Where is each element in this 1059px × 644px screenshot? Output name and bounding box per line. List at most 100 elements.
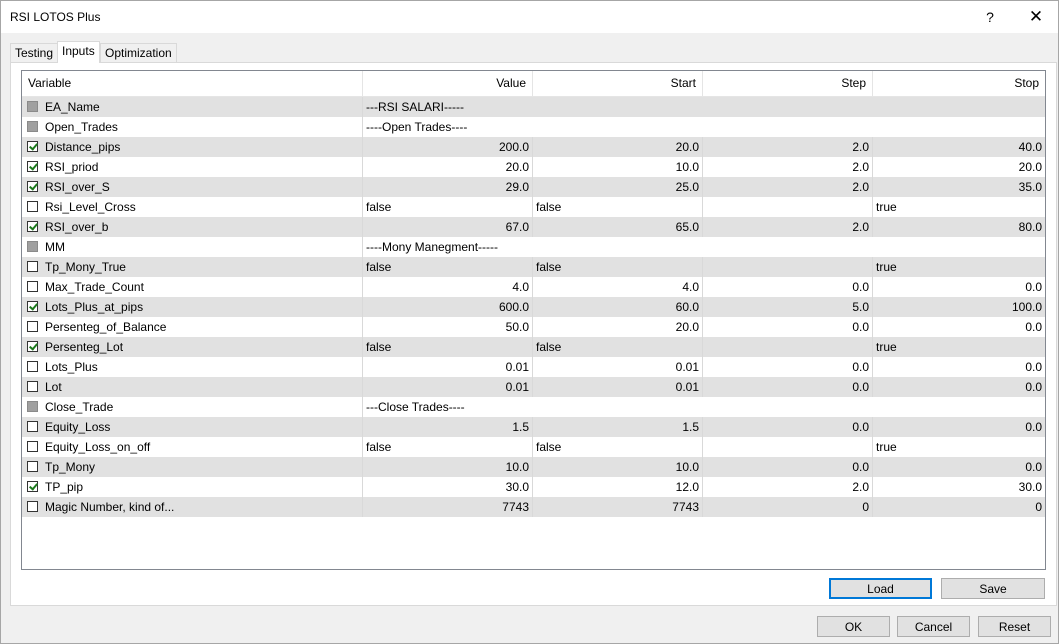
cell-value[interactable]: 1.5 bbox=[363, 417, 533, 437]
table-row[interactable]: EA_Name ---RSI SALARI----- bbox=[22, 97, 1045, 117]
cell-step[interactable]: 2.0 bbox=[703, 177, 873, 197]
cell-stop[interactable]: 0.0 bbox=[873, 377, 1045, 397]
cell-start[interactable]: 25.0 bbox=[533, 177, 703, 197]
cell-stop[interactable]: 100.0 bbox=[873, 297, 1045, 317]
cell-start[interactable]: 60.0 bbox=[533, 297, 703, 317]
cell-step[interactable] bbox=[703, 197, 873, 217]
table-row[interactable]: Tp_Mony_True false false true bbox=[22, 257, 1045, 277]
cell-stop[interactable]: 40.0 bbox=[873, 137, 1045, 157]
cell-start[interactable]: false bbox=[533, 257, 703, 277]
cell-value[interactable]: false bbox=[363, 257, 533, 277]
cell-value[interactable]: 0.01 bbox=[363, 377, 533, 397]
optimize-checkbox[interactable] bbox=[27, 141, 38, 152]
cell-start[interactable]: false bbox=[533, 437, 703, 457]
cell-stop[interactable]: 80.0 bbox=[873, 217, 1045, 237]
optimize-checkbox[interactable] bbox=[27, 161, 38, 172]
cell-step[interactable]: 2.0 bbox=[703, 157, 873, 177]
table-row[interactable]: RSI_over_b 67.0 65.0 2.0 80.0 bbox=[22, 217, 1045, 237]
cell-value[interactable]: 67.0 bbox=[363, 217, 533, 237]
save-button[interactable]: Save bbox=[941, 578, 1045, 599]
table-row[interactable]: Equity_Loss 1.5 1.5 0.0 0.0 bbox=[22, 417, 1045, 437]
table-row[interactable]: Distance_pips 200.0 20.0 2.0 40.0 bbox=[22, 137, 1045, 157]
cell-value[interactable]: 30.0 bbox=[363, 477, 533, 497]
cell-value[interactable]: 200.0 bbox=[363, 137, 533, 157]
optimize-checkbox[interactable] bbox=[27, 421, 38, 432]
table-row[interactable]: Persenteg_Lot false false true bbox=[22, 337, 1045, 357]
cell-step[interactable]: 0.0 bbox=[703, 317, 873, 337]
column-header-step[interactable]: Step bbox=[703, 71, 873, 96]
optimize-checkbox[interactable] bbox=[27, 501, 38, 512]
cell-step[interactable]: 0.0 bbox=[703, 417, 873, 437]
cell-value[interactable]: ---RSI SALARI----- bbox=[363, 97, 1045, 117]
optimize-checkbox[interactable] bbox=[27, 341, 38, 352]
cell-step[interactable] bbox=[703, 257, 873, 277]
cell-value[interactable]: ---Close Trades---- bbox=[363, 397, 1045, 417]
cell-stop[interactable]: 30.0 bbox=[873, 477, 1045, 497]
help-button[interactable]: ? bbox=[967, 1, 1013, 33]
table-row[interactable]: MM ----Mony Manegment----- bbox=[22, 237, 1045, 257]
cell-stop[interactable]: true bbox=[873, 257, 1045, 277]
cell-value[interactable]: 7743 bbox=[363, 497, 533, 517]
cell-start[interactable]: 0.01 bbox=[533, 377, 703, 397]
table-row[interactable]: Lots_Plus_at_pips 600.0 60.0 5.0 100.0 bbox=[22, 297, 1045, 317]
column-header-stop[interactable]: Stop bbox=[873, 71, 1045, 96]
cell-start[interactable]: 12.0 bbox=[533, 477, 703, 497]
optimize-checkbox[interactable] bbox=[27, 201, 38, 212]
reset-button[interactable]: Reset bbox=[978, 616, 1051, 637]
cell-step[interactable] bbox=[703, 437, 873, 457]
cell-stop[interactable]: 0.0 bbox=[873, 277, 1045, 297]
cell-value[interactable]: false bbox=[363, 337, 533, 357]
optimize-checkbox[interactable] bbox=[27, 461, 38, 472]
cell-stop[interactable]: 35.0 bbox=[873, 177, 1045, 197]
optimize-checkbox[interactable] bbox=[27, 381, 38, 392]
cell-value[interactable]: ----Mony Manegment----- bbox=[363, 237, 1045, 257]
cell-step[interactable]: 0.0 bbox=[703, 277, 873, 297]
cell-value[interactable]: false bbox=[363, 197, 533, 217]
cell-step[interactable]: 2.0 bbox=[703, 217, 873, 237]
table-row[interactable]: RSI_over_S 29.0 25.0 2.0 35.0 bbox=[22, 177, 1045, 197]
column-header-variable[interactable]: Variable bbox=[22, 71, 363, 96]
cell-start[interactable]: 1.5 bbox=[533, 417, 703, 437]
cell-step[interactable]: 0.0 bbox=[703, 377, 873, 397]
cell-stop[interactable]: 0.0 bbox=[873, 317, 1045, 337]
cell-value[interactable]: ----Open Trades---- bbox=[363, 117, 1045, 137]
cell-start[interactable]: 0.01 bbox=[533, 357, 703, 377]
tab-optimization[interactable]: Optimization bbox=[100, 43, 177, 62]
cell-value[interactable]: false bbox=[363, 437, 533, 457]
cell-start[interactable]: false bbox=[533, 337, 703, 357]
ok-button[interactable]: OK bbox=[817, 616, 890, 637]
cell-value[interactable]: 4.0 bbox=[363, 277, 533, 297]
cell-start[interactable]: 10.0 bbox=[533, 457, 703, 477]
cell-step[interactable]: 2.0 bbox=[703, 137, 873, 157]
cell-stop[interactable]: true bbox=[873, 437, 1045, 457]
cell-step[interactable]: 0.0 bbox=[703, 357, 873, 377]
cell-start[interactable]: 65.0 bbox=[533, 217, 703, 237]
cell-value[interactable]: 0.01 bbox=[363, 357, 533, 377]
column-header-value[interactable]: Value bbox=[363, 71, 533, 96]
close-icon[interactable]: ✕ bbox=[1013, 1, 1059, 33]
table-row[interactable]: Lots_Plus 0.01 0.01 0.0 0.0 bbox=[22, 357, 1045, 377]
cell-value[interactable]: 29.0 bbox=[363, 177, 533, 197]
load-button[interactable]: Load bbox=[829, 578, 932, 599]
column-header-start[interactable]: Start bbox=[533, 71, 703, 96]
table-row[interactable]: Rsi_Level_Cross false false true bbox=[22, 197, 1045, 217]
optimize-checkbox[interactable] bbox=[27, 221, 38, 232]
cell-stop[interactable]: true bbox=[873, 337, 1045, 357]
cell-start[interactable]: 10.0 bbox=[533, 157, 703, 177]
cell-value[interactable]: 10.0 bbox=[363, 457, 533, 477]
cell-step[interactable]: 0 bbox=[703, 497, 873, 517]
optimize-checkbox[interactable] bbox=[27, 261, 38, 272]
table-row[interactable]: TP_pip 30.0 12.0 2.0 30.0 bbox=[22, 477, 1045, 497]
table-row[interactable]: Magic Number, kind of... 7743 7743 0 0 bbox=[22, 497, 1045, 517]
optimize-checkbox[interactable] bbox=[27, 441, 38, 452]
cell-value[interactable]: 20.0 bbox=[363, 157, 533, 177]
table-row[interactable]: Close_Trade ---Close Trades---- bbox=[22, 397, 1045, 417]
cell-start[interactable]: false bbox=[533, 197, 703, 217]
table-row[interactable]: Persenteg_of_Balance 50.0 20.0 0.0 0.0 bbox=[22, 317, 1045, 337]
optimize-checkbox[interactable] bbox=[27, 181, 38, 192]
cell-stop[interactable]: 20.0 bbox=[873, 157, 1045, 177]
cell-step[interactable]: 0.0 bbox=[703, 457, 873, 477]
optimize-checkbox[interactable] bbox=[27, 321, 38, 332]
cell-start[interactable]: 20.0 bbox=[533, 317, 703, 337]
tab-testing[interactable]: Testing bbox=[10, 43, 59, 62]
